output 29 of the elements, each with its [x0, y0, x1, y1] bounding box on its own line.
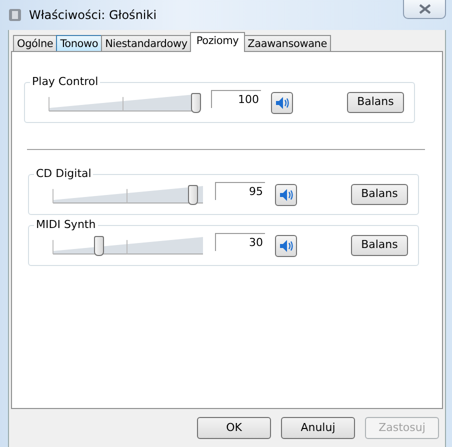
group-label: Play Control [30, 75, 100, 89]
slider-thumb[interactable] [94, 236, 104, 256]
group-label: CD Digital [34, 167, 94, 181]
volume-field[interactable]: 100 [211, 90, 261, 108]
slider-thumb[interactable] [191, 92, 201, 112]
group-label: MIDI Synth [34, 218, 98, 232]
speaker-icon [279, 238, 293, 252]
tab[interactable]: Zaawansowane [244, 35, 332, 52]
tab[interactable]: Niestandardowy [101, 35, 192, 52]
mute-button[interactable] [275, 184, 297, 206]
tab[interactable]: Tonowo [56, 35, 102, 52]
balance-button[interactable]: Balans [351, 184, 408, 205]
mute-button[interactable] [271, 92, 293, 114]
window-icon [8, 8, 22, 22]
balance-button[interactable]: Balans [351, 235, 408, 256]
close-button[interactable] [403, 0, 446, 19]
slider-thumb[interactable] [188, 184, 198, 204]
dialog-button[interactable]: OK [197, 417, 271, 439]
speaker-icon [275, 96, 289, 110]
window-title: Właściwości: Głośniki [29, 7, 157, 24]
balance-button[interactable]: Balans [347, 92, 404, 113]
mute-button[interactable] [275, 234, 297, 256]
volume-field[interactable]: 30 [215, 232, 265, 250]
tab[interactable]: Poziomy [190, 32, 245, 52]
speaker-icon [279, 188, 293, 202]
volume-field[interactable]: 95 [215, 182, 265, 200]
dialog-button[interactable]: Anuluj [281, 417, 355, 439]
close-icon [418, 4, 432, 14]
tab[interactable]: Ogólne [13, 35, 58, 52]
